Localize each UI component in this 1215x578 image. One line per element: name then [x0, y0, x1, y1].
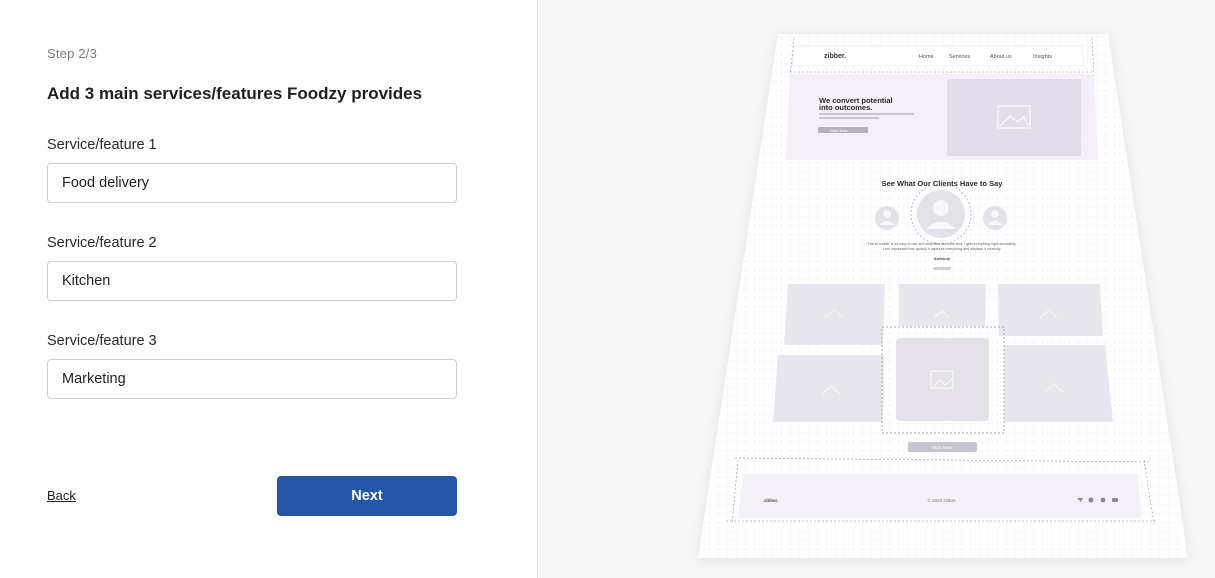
website-preview-panel: zibber. Home Services About us Insights …: [538, 0, 1215, 578]
preview-gallery-image-featured: [896, 338, 989, 421]
preview-nav-about: About us: [990, 54, 1012, 60]
step-indicator: Step 2/3: [47, 46, 98, 61]
preview-testimonial-author: Anthony: [934, 256, 951, 261]
preview-hero-title-2: into outcomes.: [819, 103, 872, 112]
website-preview-mockup: zibber. Home Services About us Insights …: [698, 34, 1188, 558]
carousel-dots: [933, 267, 951, 270]
service-2-input[interactable]: [47, 261, 457, 301]
service-3-input[interactable]: [47, 359, 457, 399]
preview-footer-logo: zibber.: [764, 498, 778, 503]
preview-testimonial-title: See What Our Clients Have to Say: [882, 179, 1004, 188]
preview-logo: zibber.: [824, 53, 846, 60]
service-1-label: Service/feature 1: [47, 137, 157, 153]
preview-gallery-button-label: Start Now: [932, 445, 953, 450]
service-3-label: Service/feature 3: [47, 333, 157, 349]
preview-quote-line-1: The AI builder is so easy to use and sim…: [868, 242, 1017, 246]
service-2-label: Service/feature 2: [47, 235, 157, 251]
pinterest-icon: [1100, 497, 1106, 503]
preview-hero-button-label: Start Now: [830, 128, 848, 133]
form-title: Add 3 main services/features Foodzy prov…: [47, 84, 423, 103]
onboarding-form-panel: Step 2/3 Add 3 main services/features Fo…: [0, 0, 537, 578]
instagram-icon: [1088, 497, 1094, 503]
preview-hero-image: [947, 79, 1081, 156]
service-1-input[interactable]: [47, 163, 457, 203]
preview-nav-services: Services: [949, 54, 970, 60]
back-link[interactable]: Back: [47, 488, 76, 503]
preview-footer-copyright: © 2022 zibber.: [927, 497, 956, 503]
preview-nav-home: Home: [919, 54, 934, 60]
next-button[interactable]: Next: [277, 476, 457, 516]
youtube-icon: [1112, 498, 1118, 502]
preview-hero: We convert potential into outcomes. Star…: [786, 74, 1098, 160]
preview-quote-line-2: I am impressed how quickly it captures e…: [883, 247, 1001, 251]
preview-nav-insights: Insights: [1033, 54, 1052, 60]
